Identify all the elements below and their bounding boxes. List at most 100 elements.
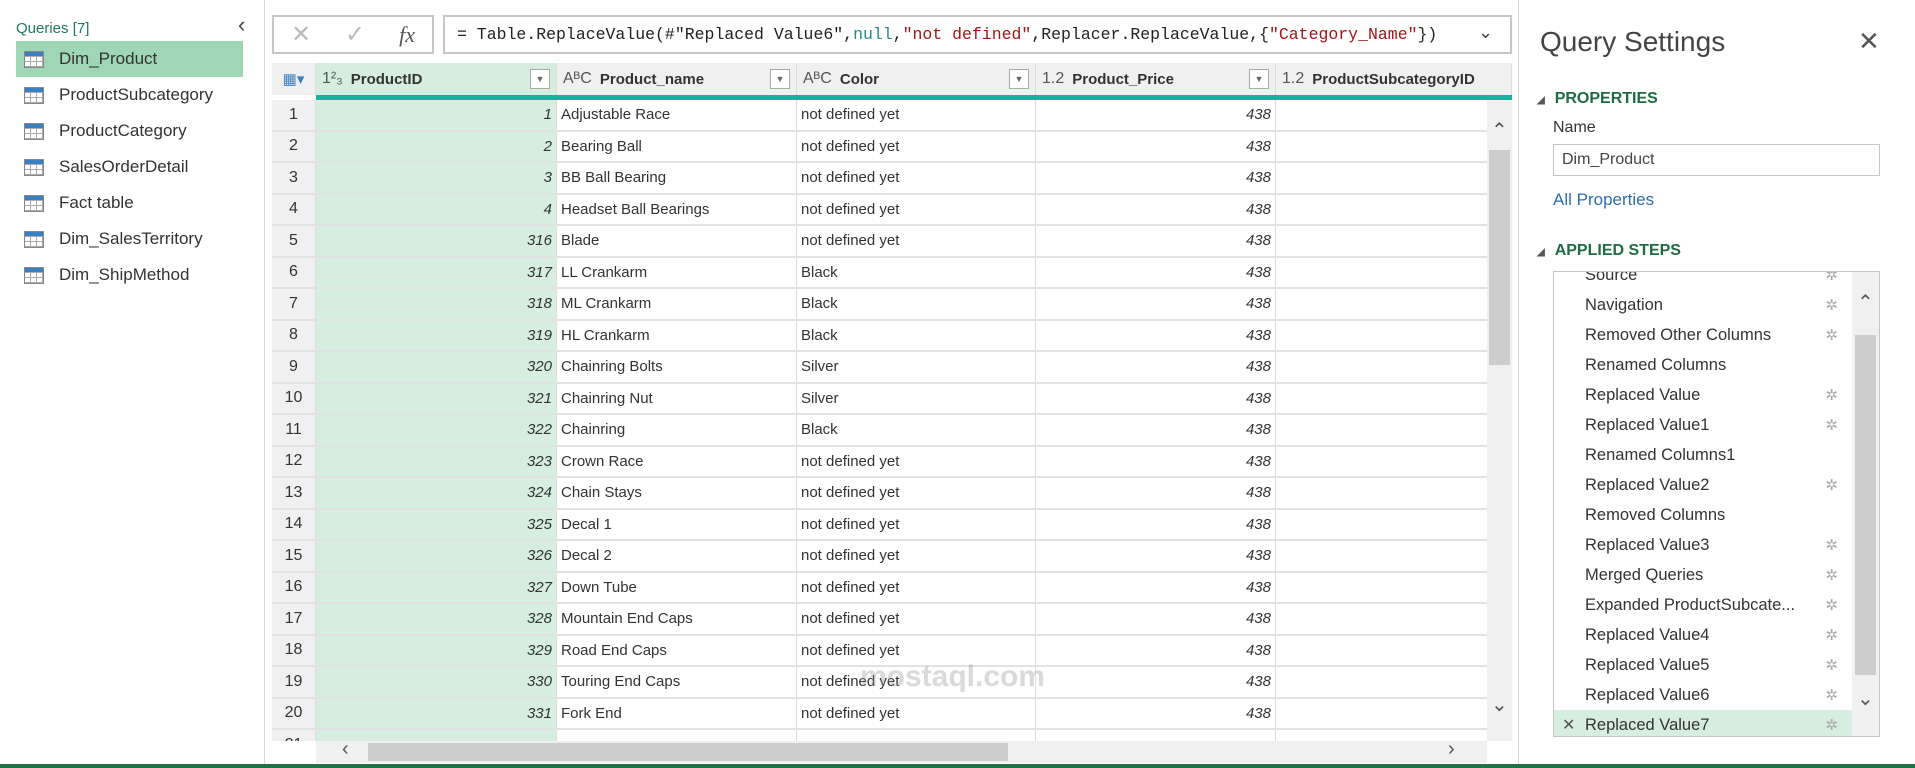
table-cell[interactable]: 326 <box>316 541 557 571</box>
table-cell[interactable]: 438 <box>1036 194 1276 224</box>
formula-bar[interactable]: = Table.ReplaceValue(#"Replaced Value6",… <box>443 15 1512 54</box>
applied-step[interactable]: Replaced Value3 ✲ <box>1554 530 1854 560</box>
gear-icon[interactable]: ✲ <box>1825 536 1838 554</box>
table-cell[interactable]: 323 <box>316 446 557 476</box>
scroll-right-icon[interactable]: › <box>1448 738 1455 761</box>
table-row[interactable]: 9 320 Chainring Bolts Silver 438 <box>272 352 1512 384</box>
applied-step[interactable]: ✕ Replaced Value7 ✲ <box>1554 710 1854 736</box>
table-row[interactable]: 6 317 LL Crankarm Black 438 <box>272 257 1512 289</box>
table-cell[interactable]: 3 <box>316 163 557 193</box>
query-name-input[interactable] <box>1553 144 1880 176</box>
column-header-color[interactable]: AᴮC Color ▼ <box>797 63 1036 95</box>
query-item[interactable]: SalesOrderDetail <box>16 149 243 185</box>
table-cell[interactable]: not defined yet <box>797 163 1036 193</box>
table-cell[interactable]: Decal 2 <box>557 541 797 571</box>
table-cell[interactable]: not defined yet <box>797 698 1036 728</box>
table-cell[interactable]: not defined yet <box>797 572 1036 602</box>
table-cell[interactable] <box>1276 509 1512 539</box>
table-cell[interactable]: not defined yet <box>797 100 1036 130</box>
applied-step[interactable]: Removed Other Columns ✲ <box>1554 320 1854 350</box>
collapse-pane-icon[interactable]: ‹ <box>238 12 245 38</box>
table-cell[interactable]: Mountain End Caps <box>557 604 797 634</box>
column-header-product_price[interactable]: 1.2 Product_Price ▼ <box>1036 63 1276 95</box>
table-cell[interactable]: 438 <box>1036 163 1276 193</box>
type-icon[interactable]: 1²₃ <box>322 70 343 88</box>
horizontal-scroll-thumb[interactable] <box>368 743 1008 761</box>
gear-icon[interactable]: ✲ <box>1825 476 1838 494</box>
table-cell[interactable]: 438 <box>1036 100 1276 130</box>
table-row[interactable]: 7 318 ML Crankarm Black 438 <box>272 289 1512 321</box>
table-cell[interactable]: not defined yet <box>797 604 1036 634</box>
table-row[interactable]: 12 323 Crown Race not defined yet 438 <box>272 446 1512 478</box>
applied-step[interactable]: Replaced Value4 ✲ <box>1554 620 1854 650</box>
gear-icon[interactable]: ✲ <box>1825 296 1838 314</box>
applied-step[interactable]: Navigation ✲ <box>1554 290 1854 320</box>
table-row[interactable]: 4 4 Headset Ball Bearings not defined yet 43… <box>272 194 1512 226</box>
table-cell[interactable]: 438 <box>1036 383 1276 413</box>
table-cell[interactable] <box>1276 100 1512 130</box>
gear-icon[interactable]: ✲ <box>1825 656 1838 674</box>
scroll-left-icon[interactable]: ‹ <box>342 738 349 761</box>
table-cell[interactable]: not defined yet <box>797 478 1036 508</box>
table-menu-button[interactable]: ▦▾ <box>272 63 316 95</box>
table-cell[interactable]: 438 <box>1036 667 1276 697</box>
table-row[interactable]: 21 <box>272 730 1512 741</box>
table-row[interactable]: 2 2 Bearing Ball not defined yet 438 <box>272 131 1512 163</box>
table-cell[interactable]: Black <box>797 257 1036 287</box>
gear-icon[interactable]: ✲ <box>1825 272 1838 284</box>
scroll-down-icon[interactable]: ⌄ <box>1491 692 1508 717</box>
table-cell[interactable]: 325 <box>316 509 557 539</box>
table-row[interactable]: 17 328 Mountain End Caps not defined yet 438 <box>272 604 1512 636</box>
vertical-scroll-thumb[interactable] <box>1489 150 1510 365</box>
properties-header[interactable]: ◢ PROPERTIES <box>1537 90 1658 108</box>
table-cell[interactable]: 328 <box>316 604 557 634</box>
table-cell[interactable]: 2 <box>316 131 557 161</box>
gear-icon[interactable]: ✲ <box>1825 716 1838 734</box>
table-cell[interactable]: Bearing Ball <box>557 131 797 161</box>
applied-step[interactable]: Replaced Value1 ✲ <box>1554 410 1854 440</box>
query-item[interactable]: Fact table <box>16 185 243 221</box>
table-cell[interactable] <box>1276 667 1512 697</box>
table-cell[interactable]: Silver <box>797 383 1036 413</box>
applied-step[interactable]: Replaced Value5 ✲ <box>1554 650 1854 680</box>
table-cell[interactable]: Black <box>797 289 1036 319</box>
filter-dropdown-icon[interactable]: ▼ <box>1249 69 1269 89</box>
table-cell[interactable]: Touring End Caps <box>557 667 797 697</box>
table-row[interactable]: 13 324 Chain Stays not defined yet 438 <box>272 478 1512 510</box>
gear-icon[interactable]: ✲ <box>1825 686 1838 704</box>
table-cell[interactable]: HL Crankarm <box>557 320 797 350</box>
table-cell[interactable]: 438 <box>1036 289 1276 319</box>
table-row[interactable]: 10 321 Chainring Nut Silver 438 <box>272 383 1512 415</box>
table-cell[interactable]: not defined yet <box>797 509 1036 539</box>
table-cell[interactable]: Chainring Nut <box>557 383 797 413</box>
table-cell[interactable] <box>1276 698 1512 728</box>
table-cell[interactable]: 322 <box>316 415 557 445</box>
table-row[interactable]: 1 1 Adjustable Race not defined yet 438 <box>272 100 1512 132</box>
table-cell[interactable]: Down Tube <box>557 572 797 602</box>
table-row[interactable]: 20 331 Fork End not defined yet 438 <box>272 698 1512 730</box>
table-cell[interactable] <box>1276 446 1512 476</box>
fx-icon[interactable]: fx <box>399 22 415 48</box>
table-cell[interactable] <box>1276 572 1512 602</box>
query-item[interactable]: Dim_SalesTerritory <box>16 221 243 257</box>
commit-icon[interactable]: ✓ <box>345 20 365 49</box>
table-cell[interactable] <box>1276 352 1512 382</box>
table-cell[interactable]: not defined yet <box>797 194 1036 224</box>
table-row[interactable]: 15 326 Decal 2 not defined yet 438 <box>272 541 1512 573</box>
table-cell[interactable] <box>1276 541 1512 571</box>
table-cell[interactable]: BB Ball Bearing <box>557 163 797 193</box>
gear-icon[interactable]: ✲ <box>1825 416 1838 434</box>
table-cell[interactable]: 438 <box>1036 226 1276 256</box>
column-header-productid[interactable]: 1²₃ ProductID ▼ <box>316 63 557 95</box>
table-row[interactable]: 16 327 Down Tube not defined yet 438 <box>272 572 1512 604</box>
table-cell[interactable] <box>1276 289 1512 319</box>
table-cell[interactable]: not defined yet <box>797 131 1036 161</box>
query-item[interactable]: ProductSubcategory <box>16 77 243 113</box>
gear-icon[interactable]: ✲ <box>1825 566 1838 584</box>
scroll-up-icon[interactable]: ⌃ <box>1491 118 1508 143</box>
table-cell[interactable]: 330 <box>316 667 557 697</box>
table-cell[interactable]: ML Crankarm <box>557 289 797 319</box>
table-cell[interactable]: 317 <box>316 257 557 287</box>
delete-step-icon[interactable]: ✕ <box>1562 715 1575 735</box>
table-cell[interactable]: Black <box>797 415 1036 445</box>
